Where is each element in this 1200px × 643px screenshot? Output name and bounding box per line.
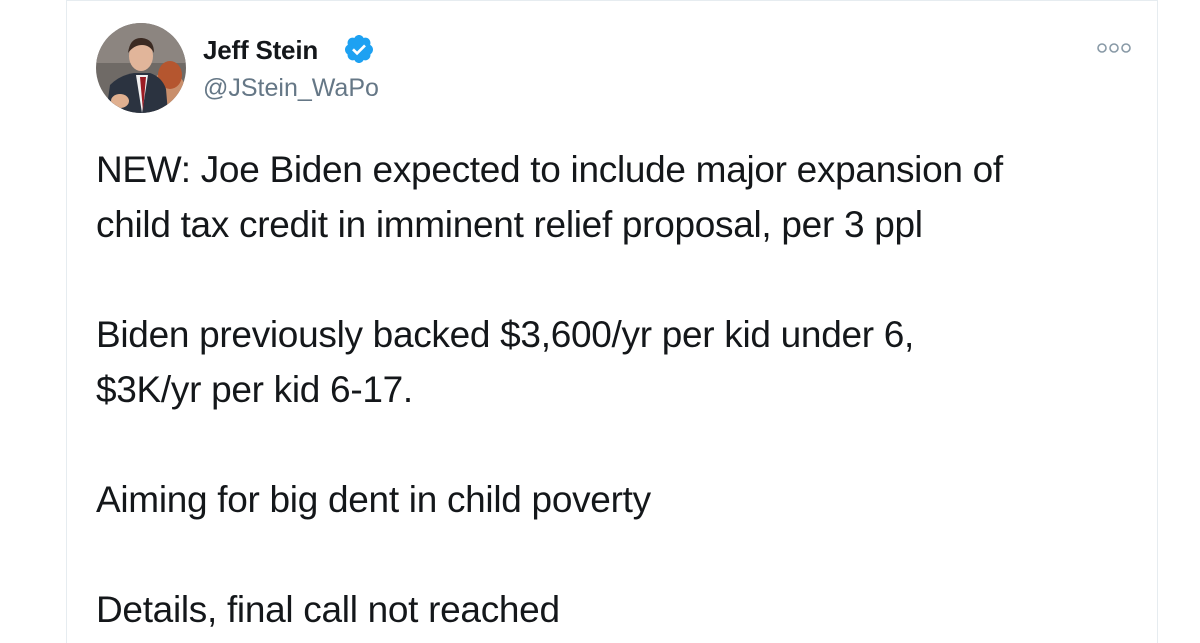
tweet-paragraph: Details, final call not reached bbox=[96, 582, 1136, 637]
tweet-line: NEW: Joe Biden expected to include major… bbox=[96, 149, 1003, 190]
tweet-line: Aiming for big dent in child poverty bbox=[96, 479, 651, 520]
verified-badge-icon bbox=[344, 35, 373, 63]
tweet-text: NEW: Joe Biden expected to include major… bbox=[96, 142, 1136, 637]
tweet-line: Biden previously backed $3,600/yr per ki… bbox=[96, 314, 915, 355]
tweet-line: child tax credit in imminent relief prop… bbox=[96, 204, 923, 245]
avatar-photo bbox=[96, 23, 186, 113]
page: Jeff Stein @JStein_WaPo NEW: Joe Biden e… bbox=[0, 0, 1200, 643]
tweet-paragraph: Aiming for big dent in child poverty bbox=[96, 472, 1136, 527]
tweet-line: $3K/yr per kid 6-17. bbox=[96, 369, 413, 410]
more-options-icon[interactable] bbox=[1094, 38, 1134, 58]
author-handle[interactable]: @JStein_WaPo bbox=[203, 72, 379, 104]
tweet-paragraph: NEW: Joe Biden expected to include major… bbox=[96, 142, 1136, 252]
author-name[interactable]: Jeff Stein bbox=[203, 33, 318, 67]
avatar[interactable] bbox=[96, 23, 186, 113]
tweet-paragraph: Biden previously backed $3,600/yr per ki… bbox=[96, 307, 1136, 417]
tweet-line: Details, final call not reached bbox=[96, 589, 560, 630]
